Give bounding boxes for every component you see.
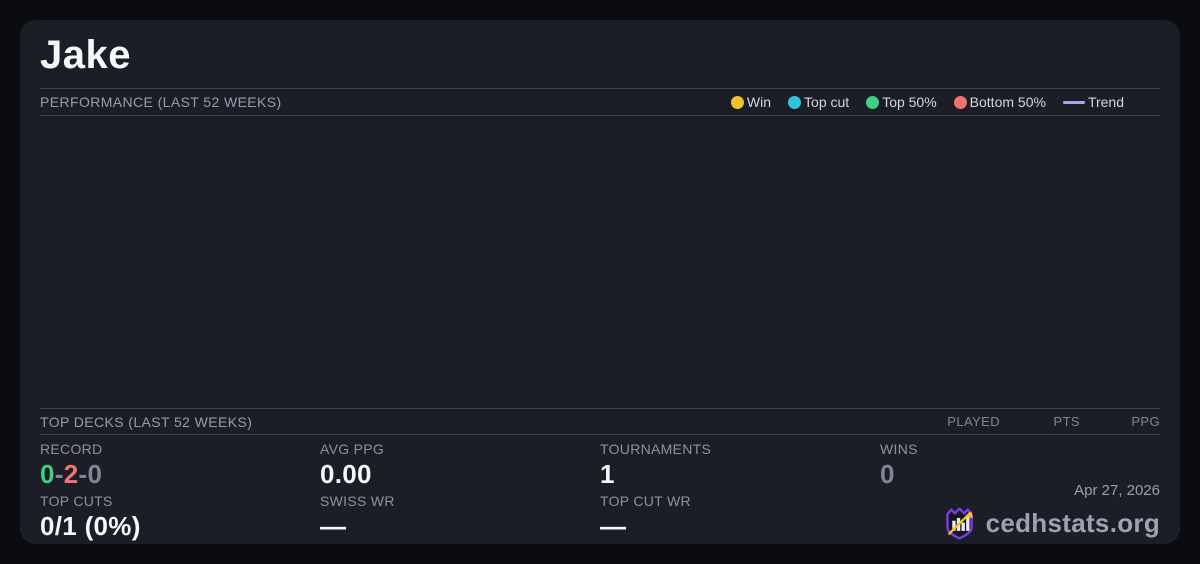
stat-top-cuts: TOP CUTS 0/1 (0%) <box>40 491 320 542</box>
chart-legend: Win Top cut Top 50% Bottom 50% Trend <box>730 94 1124 110</box>
column-header-pts: PTS <box>1053 414 1080 429</box>
stat-top-cut-wr: TOP CUT WR — <box>600 491 880 542</box>
performance-section-title: PERFORMANCE (LAST 52 WEEKS) <box>40 94 282 110</box>
stat-label: RECORD <box>40 441 103 457</box>
stat-swiss-wr: SWISS WR — <box>320 491 600 542</box>
legend-label: Top 50% <box>882 94 937 110</box>
legend-item-bottom-50[interactable]: Bottom 50% <box>953 94 1046 110</box>
performance-header-row: PERFORMANCE (LAST 52 WEEKS) Win Top cut … <box>40 88 1160 116</box>
record-losses: 2 <box>63 459 79 489</box>
top-cut-wr-value: — <box>600 511 627 541</box>
page-title: Jake <box>40 33 131 77</box>
column-header-played: PLAYED <box>947 414 1000 429</box>
record-wins: 0 <box>40 459 55 489</box>
legend-item-win[interactable]: Win <box>730 94 772 110</box>
player-stats-card: Jake PERFORMANCE (LAST 52 WEEKS) Win Top… <box>20 20 1180 544</box>
top-50-dot-icon <box>866 95 880 109</box>
stat-label: AVG PPG <box>320 441 385 457</box>
bottom-50-dot-icon <box>953 95 967 109</box>
generated-date: Apr 27, 2026 <box>1074 482 1160 499</box>
legend-label: Trend <box>1087 94 1124 110</box>
legend-item-top-50[interactable]: Top 50% <box>866 94 937 110</box>
legend-label: Win <box>746 94 772 110</box>
legend-label: Top cut <box>804 94 850 110</box>
performance-chart-plot-area <box>40 115 1160 408</box>
record-draws: 0 <box>87 459 103 489</box>
top-decks-column-headers: PLAYED PTS PPG <box>920 414 1160 429</box>
top-cut-dot-icon <box>788 95 802 109</box>
top-decks-section-title: TOP DECKS (LAST 52 WEEKS) <box>40 413 253 430</box>
record-value: 0-2-0 <box>40 459 320 490</box>
tournaments-value: 1 <box>600 459 615 489</box>
stat-label: TOP CUTS <box>40 493 113 509</box>
top-cuts-value: 0/1 (0%) <box>40 511 141 541</box>
trend-line-icon <box>1062 100 1085 104</box>
stat-tournaments: TOURNAMENTS 1 <box>600 439 880 490</box>
stat-avg-ppg: AVG PPG 0.00 <box>320 439 600 490</box>
brand-link[interactable]: cedhstats.org <box>941 505 1160 542</box>
record-separator: - <box>54 459 64 489</box>
legend-item-trend[interactable]: Trend <box>1062 94 1124 110</box>
stat-record: RECORD 0-2-0 <box>40 439 320 490</box>
legend-label: Bottom 50% <box>969 94 1046 110</box>
stat-label: TOURNAMENTS <box>600 441 712 457</box>
stat-label: TOP CUT WR <box>600 493 691 509</box>
card-footer: Apr 27, 2026 cedhstats.org <box>941 481 1160 542</box>
legend-item-top-cut[interactable]: Top cut <box>788 94 849 110</box>
win-dot-icon <box>730 95 744 109</box>
stat-label: WINS <box>880 441 918 457</box>
cedhstats-logo-icon <box>941 505 978 542</box>
avg-ppg-value: 0.00 <box>320 459 372 489</box>
stat-label: SWISS WR <box>320 493 395 509</box>
brand-name: cedhstats.org <box>985 508 1160 538</box>
column-header-ppg: PPG <box>1131 414 1160 429</box>
swiss-wr-value: — <box>320 511 347 541</box>
top-decks-header-row: TOP DECKS (LAST 52 WEEKS) PLAYED PTS PPG <box>40 408 1160 435</box>
